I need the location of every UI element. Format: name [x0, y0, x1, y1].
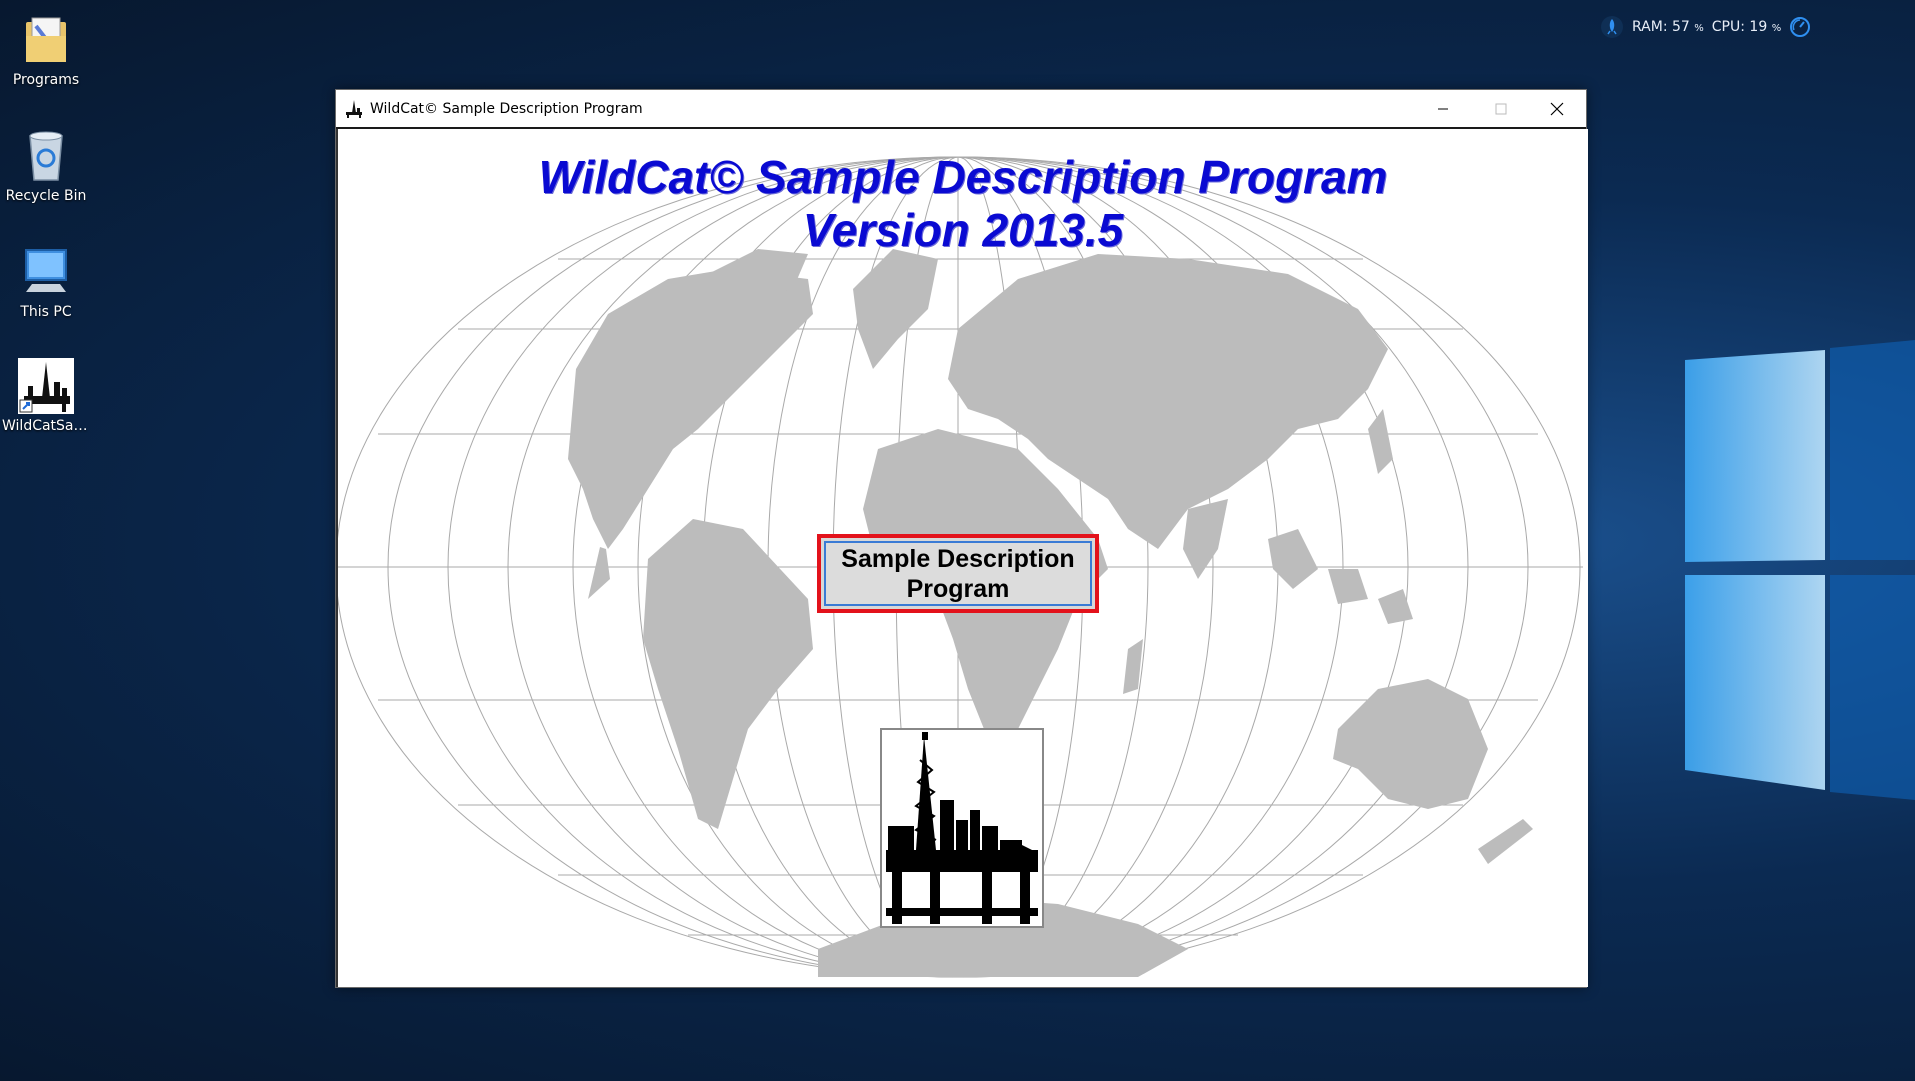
close-icon: [1550, 102, 1564, 115]
gauge-icon[interactable]: [1789, 16, 1811, 38]
splash-canvas: WildCat© Sample Description Program Vers…: [336, 129, 1588, 987]
desktop-icon-wildcat[interactable]: WildCatSam...: [0, 358, 92, 434]
oil-rig-icon: [346, 99, 362, 118]
title-bar[interactable]: WildCat© Sample Description Program: [336, 90, 1586, 129]
sample-description-program-button-face: Sample Description Program: [824, 541, 1092, 606]
sample-description-program-button[interactable]: Sample Description Program: [817, 534, 1099, 613]
desktop-icon-label: Programs: [12, 72, 80, 88]
app-title-name: WildCat© Sample Description Program: [538, 151, 1388, 203]
desktop-icon-label: WildCatSam...: [2, 418, 92, 434]
button-label-line1: Sample Description: [841, 544, 1075, 573]
desktop-icon-this-pc[interactable]: This PC: [0, 244, 92, 320]
close-button[interactable]: [1528, 90, 1586, 127]
button-label-line2: Program: [906, 574, 1010, 603]
cpu-usage: CPU: 19 %: [1711, 19, 1782, 35]
windows-logo-wallpaper: [1685, 340, 1915, 800]
window-title: WildCat© Sample Description Program: [370, 100, 643, 117]
desktop-icon-label: Recycle Bin: [5, 188, 87, 204]
desktop-icon-recycle-bin[interactable]: Recycle Bin: [0, 128, 92, 204]
maximize-button[interactable]: [1472, 90, 1530, 127]
desktop-icon-label: This PC: [20, 304, 72, 320]
maximize-icon: [1495, 103, 1507, 114]
app-title: WildCat© Sample Description Program Vers…: [338, 151, 1588, 257]
minimize-icon: [1438, 108, 1448, 109]
app-window: WildCat© Sample Description Program Wild…: [335, 89, 1588, 988]
folder-icon: [26, 17, 66, 62]
oil-rig-image: [880, 728, 1044, 928]
recycle-bin-icon: [29, 131, 63, 181]
oil-rig-silhouette-icon: [886, 732, 1038, 924]
rocket-icon[interactable]: [1600, 15, 1624, 39]
minimize-button[interactable]: [1414, 90, 1472, 127]
app-title-version: Version 2013.5: [802, 204, 1124, 256]
ram-usage: RAM: 57 %: [1632, 19, 1704, 35]
desktop: Programs Recycle Bin This PC WildCatSam.…: [0, 0, 1915, 1081]
system-monitor: RAM: 57 % CPU: 19 %: [1600, 12, 1811, 42]
wildcat-shortcut-icon: [18, 358, 74, 414]
computer-icon: [25, 249, 67, 292]
desktop-icon-programs[interactable]: Programs: [0, 12, 92, 88]
